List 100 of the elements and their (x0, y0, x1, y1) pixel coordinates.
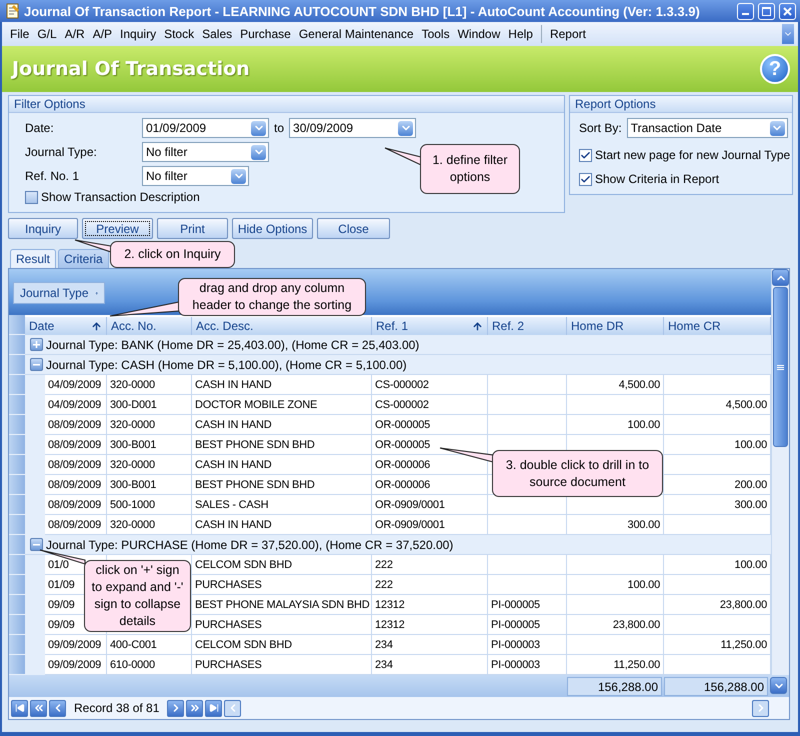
scroll-left-button[interactable] (224, 700, 242, 716)
row-selector[interactable] (9, 595, 25, 615)
leader-line (74, 240, 112, 253)
row-selector[interactable] (9, 355, 25, 375)
row-selector[interactable] (9, 395, 25, 415)
column-header[interactable]: Date (25, 317, 107, 335)
first-record-button[interactable] (11, 700, 28, 716)
row-selector[interactable] (9, 495, 25, 515)
next-record-button[interactable] (167, 700, 184, 716)
tab[interactable]: Criteria (58, 249, 109, 268)
row-selector[interactable] (9, 375, 25, 395)
row-selector[interactable] (9, 655, 25, 675)
collapse-button[interactable] (30, 538, 43, 551)
group-chip[interactable]: Journal Type (13, 282, 105, 304)
table-cell: 08/09/2009 (45, 435, 107, 455)
menu-item[interactable]: Stock (160, 25, 198, 43)
column-header[interactable]: Ref. 2 (488, 317, 567, 335)
dropdown-button[interactable] (231, 168, 246, 184)
checkbox[interactable] (25, 190, 38, 204)
dropdown-button[interactable] (398, 120, 414, 136)
checkbox[interactable] (579, 148, 592, 162)
menu-item[interactable]: File (6, 25, 34, 43)
table-cell: BEST PHONE SDN BHD (192, 435, 372, 455)
row-selector[interactable] (9, 415, 25, 435)
close-icon (783, 6, 792, 16)
date-from-field[interactable]: 01/09/2009 (142, 118, 269, 138)
menu-item[interactable]: A/P (88, 25, 116, 43)
menu-item[interactable]: Window (454, 25, 504, 43)
date-to-field[interactable]: 30/09/2009 (289, 118, 416, 138)
menu-item[interactable]: Inquiry (116, 25, 160, 43)
minimize-button[interactable] (737, 2, 754, 20)
close-button[interactable] (779, 2, 796, 20)
table-cell: 23,800.00 (567, 615, 664, 635)
action-button[interactable]: Inquiry (8, 218, 78, 239)
table-cell: 500-1000 (107, 495, 192, 515)
maximize-button[interactable] (758, 2, 775, 20)
field-label: to (274, 121, 284, 135)
menu-overflow-button[interactable] (782, 24, 794, 44)
menu-item[interactable]: Purchase (236, 25, 295, 43)
scrollbar[interactable] (771, 269, 789, 675)
table-cell: 300-D001 (107, 395, 192, 415)
row-selector[interactable] (9, 615, 25, 635)
row-selector[interactable] (9, 555, 25, 575)
dropdown-button[interactable] (251, 144, 266, 160)
row-selector[interactable] (9, 455, 25, 475)
journal-type-field[interactable]: No filter (142, 142, 269, 162)
table-cell: 320-0000 (107, 455, 192, 475)
menu-item[interactable]: G/L (33, 25, 61, 43)
menu-item[interactable]: Tools (418, 25, 454, 43)
action-button[interactable]: Print (157, 218, 228, 239)
dropdown-button[interactable] (770, 120, 785, 136)
menu-item[interactable]: General Maintenance (294, 25, 418, 43)
row-selector[interactable] (9, 635, 25, 655)
row-selector[interactable] (9, 535, 25, 555)
tab[interactable]: Result (10, 249, 56, 268)
check-icon (580, 150, 591, 160)
row-selector[interactable] (9, 435, 25, 455)
column-header[interactable]: Ref. 1 (372, 317, 488, 335)
table-cell: 234 (372, 635, 488, 655)
table-cell: OR-000005 (372, 415, 488, 435)
skip-forward-icon (208, 703, 219, 713)
group-row[interactable]: Journal Type: CASH (Home DR = 5,100.00), (Home CR = 5,100.00) (25, 355, 771, 375)
ref-field[interactable]: No filter (142, 166, 249, 186)
row-selector[interactable] (9, 335, 25, 355)
column-header[interactable]: Acc. Desc. (192, 317, 372, 335)
column-header[interactable]: Acc. No. (107, 317, 192, 335)
table-cell: 12312 (372, 615, 488, 635)
row-selector[interactable] (9, 515, 25, 535)
group-row[interactable]: Journal Type: PURCHASE (Home DR = 37,520.00), (Home CR = 37,520.00) (25, 535, 771, 555)
checkbox[interactable] (579, 172, 592, 186)
row-selector[interactable] (9, 475, 25, 495)
menu-item[interactable]: Help (504, 25, 537, 43)
table-cell: CS-000002 (372, 395, 488, 415)
table-cell: CELCOM SDN BHD (192, 555, 372, 575)
action-button[interactable]: Hide Options (232, 218, 313, 239)
collapse-button[interactable] (30, 358, 43, 371)
action-button[interactable]: Preview (82, 218, 153, 239)
menu-item[interactable]: Sales (198, 25, 236, 43)
group-row[interactable]: Journal Type: BANK (Home DR = 25,403.00), (Home CR = 25,403.00) (25, 335, 771, 355)
scroll-thumb[interactable] (773, 287, 788, 447)
last-record-button[interactable] (205, 700, 222, 716)
expand-button[interactable] (30, 338, 43, 351)
total-cell: 156,288.00 (567, 677, 662, 696)
column-header[interactable]: Home CR (664, 317, 771, 335)
menu-item[interactable]: A/R (60, 25, 89, 43)
previous-page-button[interactable] (30, 700, 47, 716)
action-button[interactable]: Close (317, 218, 390, 239)
page-title: Journal Of Transaction (12, 58, 250, 80)
dropdown-button[interactable] (251, 120, 266, 136)
previous-record-button[interactable] (49, 700, 66, 716)
menu-item[interactable]: Report (540, 25, 590, 43)
row-selector[interactable] (9, 575, 25, 595)
window-title: Journal Of Transaction Report - LEARNING AUTOCOUNT SDN BHD [L1] - AutoCount Accounting (Ver: 1.3.3.9) (24, 4, 701, 18)
scroll-down-button[interactable] (770, 677, 787, 694)
notepad-icon (6, 3, 20, 19)
scroll-up-button[interactable] (772, 269, 789, 286)
scroll-right-button[interactable] (752, 700, 769, 716)
next-page-button[interactable] (186, 700, 204, 716)
column-header[interactable]: Home DR (567, 317, 664, 335)
sort-by-field[interactable]: Transaction Date (626, 118, 788, 138)
